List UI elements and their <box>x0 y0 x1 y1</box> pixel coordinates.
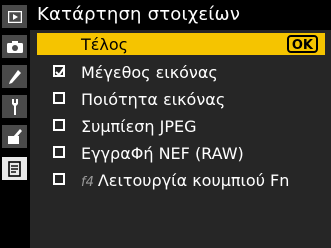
menu-item-jpeg-compression[interactable]: Συμπίεση JPEG <box>37 115 325 137</box>
menu-item-label: ΕγγραΦή NEF (RAW) <box>81 143 244 163</box>
tab-shooting[interactable] <box>2 35 27 58</box>
tab-setup[interactable] <box>2 95 27 118</box>
menu-item-label: Συμπίεση JPEG <box>81 116 197 136</box>
menu-item-label: Λειτουργία κουμπιού Fn <box>97 170 290 190</box>
checkbox[interactable] <box>53 146 65 158</box>
menu-item-image-size[interactable]: Μέγεθος εικόνας <box>37 61 325 83</box>
menu-item-label: Ποιότητα εικόνας <box>81 89 226 109</box>
my-menu-icon <box>7 160 21 177</box>
menu-item-label: Μέγεθος εικόνας <box>81 62 218 82</box>
tab-retouch[interactable] <box>2 125 27 148</box>
menu-item-nef-recording[interactable]: ΕγγραΦή NEF (RAW) <box>37 142 325 164</box>
checkmark-icon <box>55 67 65 77</box>
pencil-icon <box>8 69 21 84</box>
menu-item-image-quality[interactable]: Ποιότητα εικόνας <box>37 88 325 110</box>
tab-custom-settings[interactable] <box>2 65 27 88</box>
ok-button[interactable]: OK <box>286 35 318 53</box>
tab-playback[interactable] <box>2 5 27 28</box>
menu-item-fn-button[interactable]: f4 Λειτουργία κουμπιού Fn <box>37 169 325 191</box>
playback-icon <box>7 10 22 23</box>
menu-sidebar <box>0 0 31 248</box>
checkbox[interactable] <box>53 92 65 104</box>
menu-item-label-group: f4 Λειτουργία κουμπιού Fn <box>81 171 289 190</box>
retouch-icon <box>7 128 22 144</box>
done-label: Τέλος <box>81 34 129 54</box>
checkbox[interactable] <box>53 119 65 131</box>
wrench-icon <box>11 98 18 115</box>
done-row[interactable]: Τέλος OK <box>37 33 325 55</box>
camera-icon <box>6 40 23 53</box>
setting-code: f4 <box>81 174 94 190</box>
checkbox[interactable] <box>53 173 65 185</box>
checkbox-checked[interactable] <box>53 65 65 77</box>
page-title: Κατάρτηση στοιχείων <box>37 4 241 25</box>
tab-my-menu[interactable] <box>2 157 27 180</box>
